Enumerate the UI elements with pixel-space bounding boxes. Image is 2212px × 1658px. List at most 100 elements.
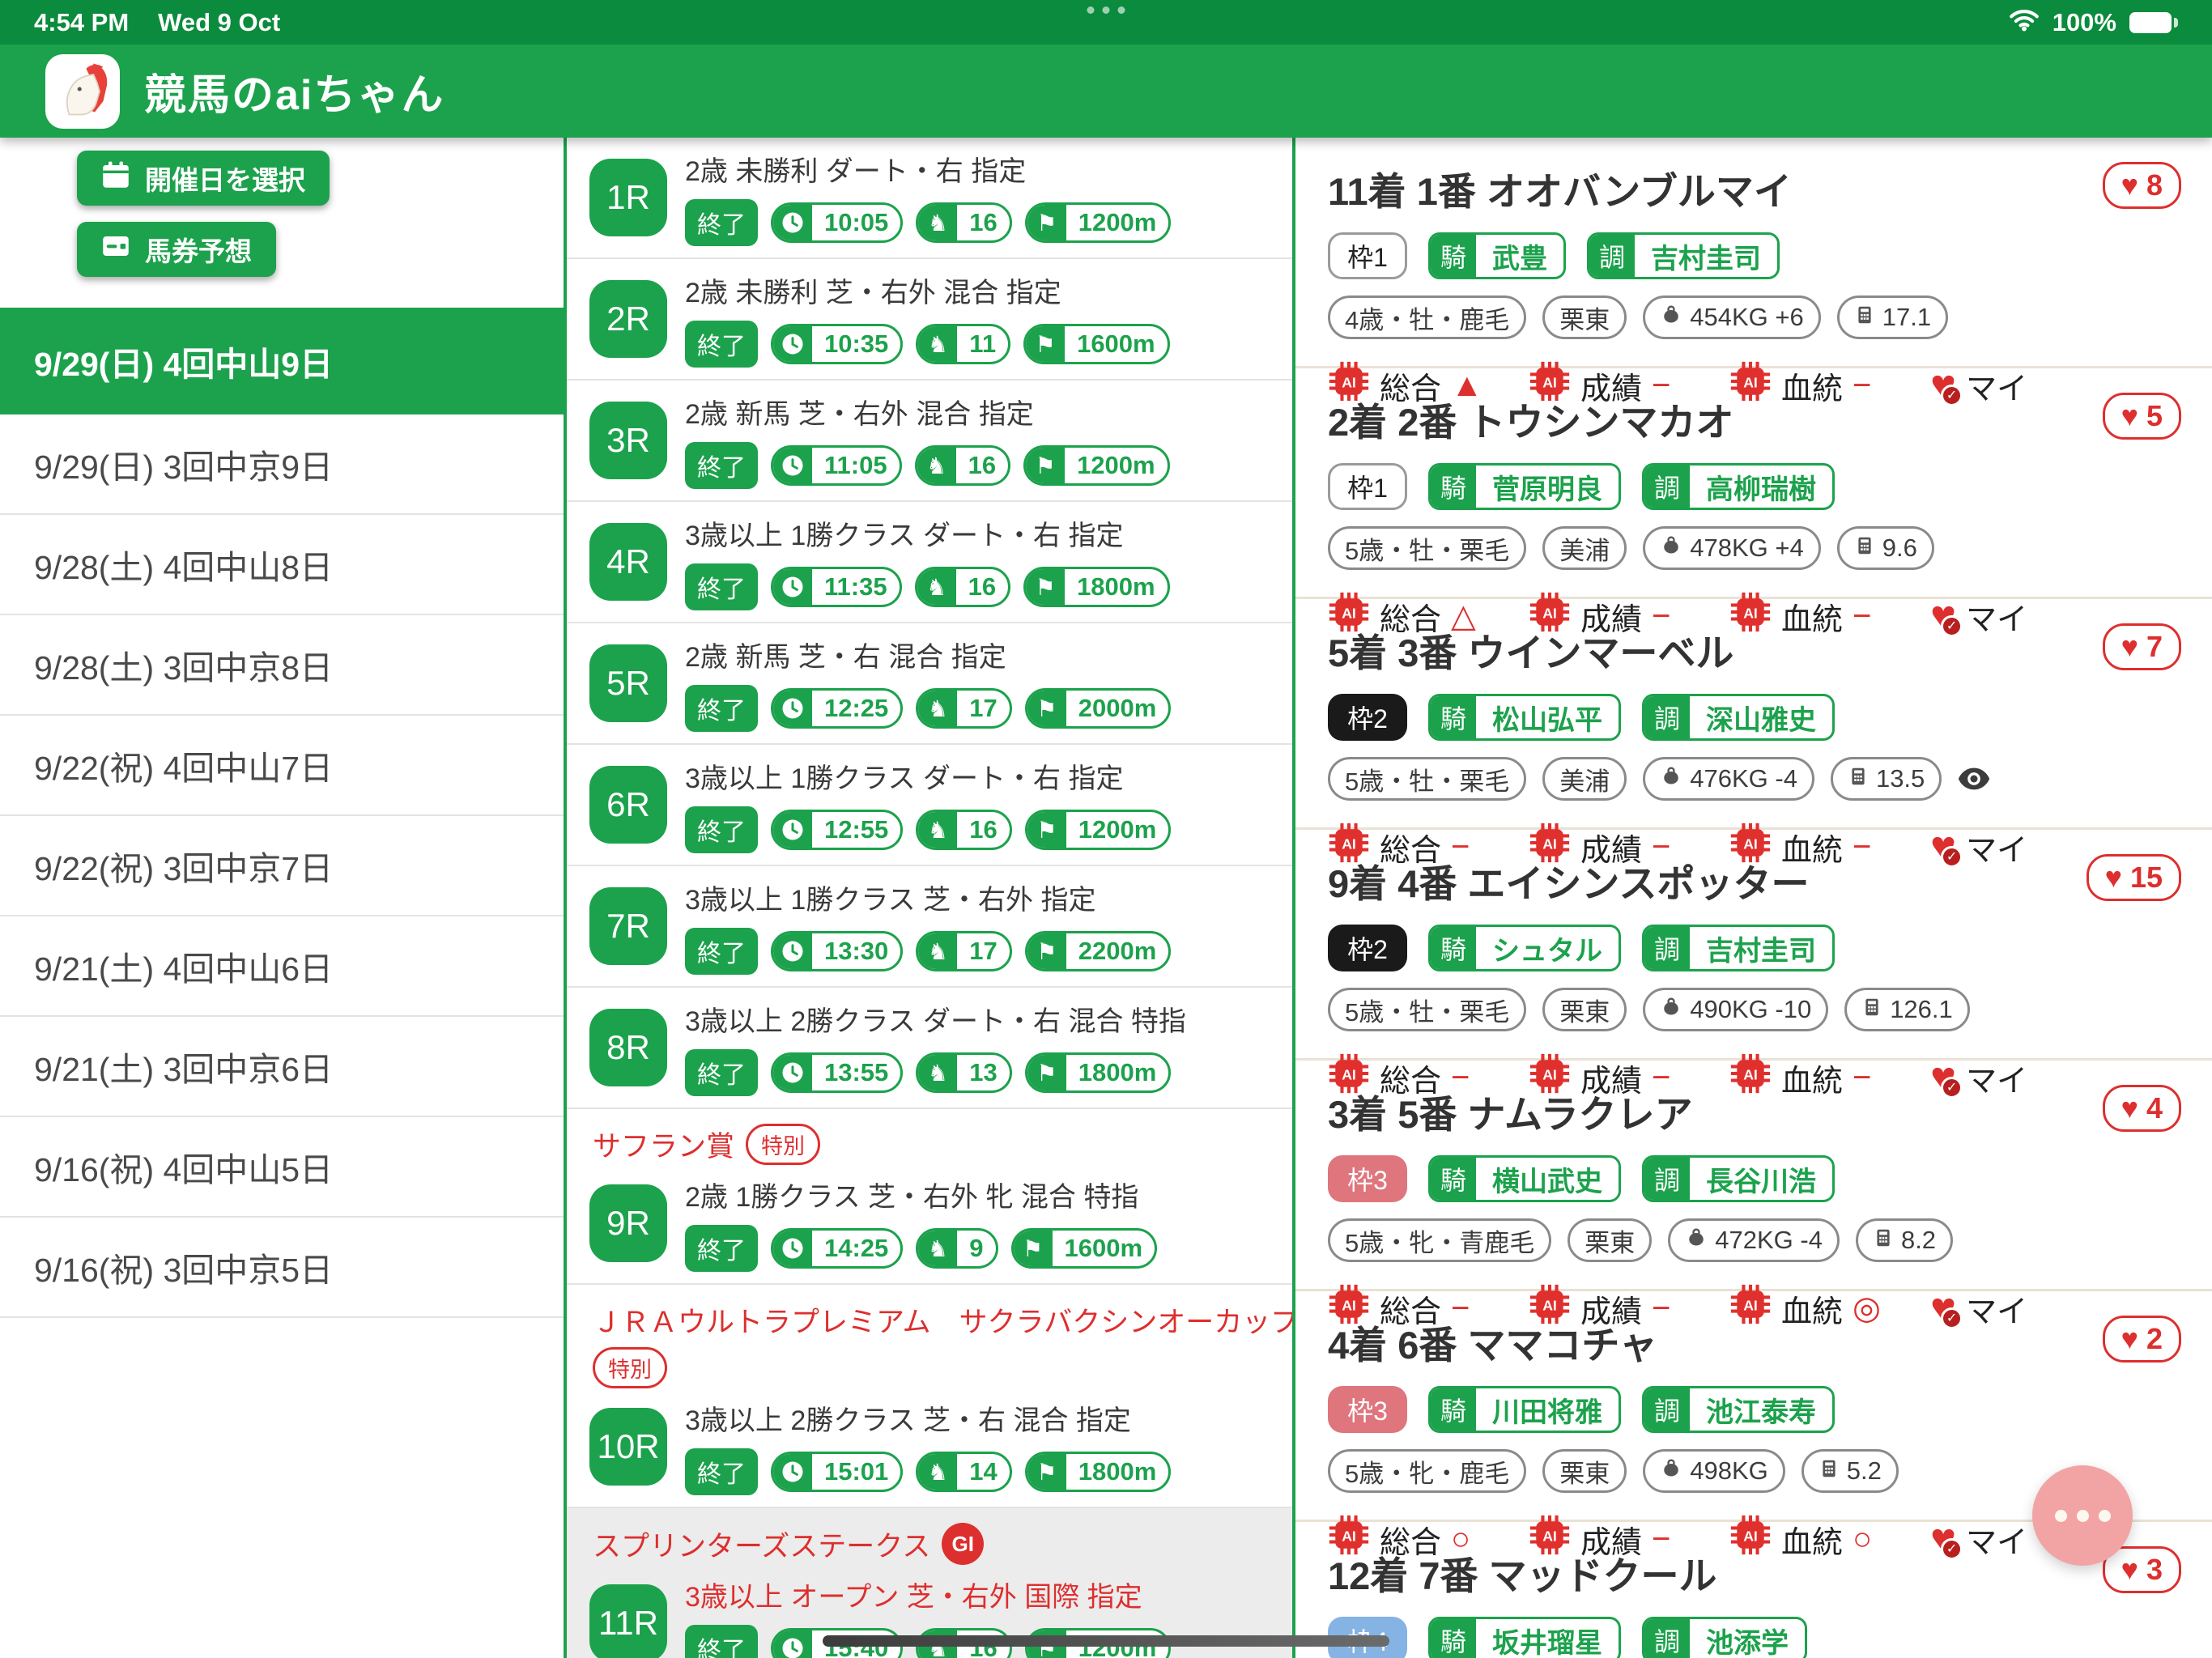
sidebar-date-item[interactable]: 9/28(土) 4回中山8日 xyxy=(0,515,564,615)
clock-icon xyxy=(773,933,812,969)
horse-icon: ♞ xyxy=(918,691,957,726)
calculator-icon xyxy=(1861,995,1882,1024)
heart-icon: ♥ xyxy=(2121,632,2138,661)
race-main: 3R 2歳 新馬 芝・右外 混合 指定 終了 11:05 xyxy=(589,392,1276,489)
race-status-badge: 終了 xyxy=(685,199,758,246)
race-badges: 終了 10:05 ♞ 16 xyxy=(685,199,1171,246)
sidebar-date-item[interactable]: 9/16(祝) 4回中山5日 xyxy=(0,1117,564,1218)
race-main: 6R 3歳以上 1勝クラス ダート・右 指定 終了 12:55 xyxy=(589,756,1276,853)
sidebar-date-item[interactable]: 9/28(土) 3回中京8日 xyxy=(0,615,564,716)
race-main: 4R 3歳以上 1勝クラス ダート・右 指定 終了 11:35 xyxy=(589,513,1276,610)
ticket-icon xyxy=(101,232,130,267)
jockey-badge[interactable]: 騎 川田将雅 xyxy=(1428,1386,1621,1433)
race-info: 2歳 未勝利 芝・右外 混合 指定 終了 10:35 ♞ xyxy=(685,270,1170,368)
likes-badge[interactable]: ♥ 8 xyxy=(2103,162,2181,209)
jockey-badge[interactable]: 騎 菅原明良 xyxy=(1428,463,1621,510)
weight-value: 476KG -4 xyxy=(1690,764,1797,793)
ticket-predict-label: 馬券予想 xyxy=(145,230,252,269)
horse-card[interactable]: ♥ 8 11着 1番 オオバンブルマイ 枠1 騎 武豊 調 吉村圭司 4歳・牡・… xyxy=(1295,138,2212,368)
race-distance-pill: ⚑ 1600m xyxy=(1023,324,1170,364)
race-horses-pill: ♞ 16 xyxy=(916,202,1011,243)
likes-badge[interactable]: ♥ 15 xyxy=(2087,854,2181,901)
jockey-badge[interactable]: 騎 横山武史 xyxy=(1428,1155,1621,1202)
horse-icon: ♞ xyxy=(918,1231,957,1266)
race-row[interactable]: 1R 2歳 未勝利 ダート・右 指定 終了 10:05 xyxy=(567,138,1292,259)
race-row[interactable]: 2R 2歳 未勝利 芝・右外 混合 指定 終了 10:35 xyxy=(567,259,1292,380)
flag-icon: ⚑ xyxy=(1027,1454,1066,1490)
race-info: 3歳以上 1勝クラス ダート・右 指定 終了 12:55 ♞ xyxy=(685,756,1171,853)
odds-value: 5.2 xyxy=(1847,1456,1882,1486)
likes-count: 7 xyxy=(2146,630,2163,664)
select-date-label: 開催日を選択 xyxy=(145,159,305,198)
sidebar: 開催日を選択 馬券予想 9/29(日) 4回中山9日 9/29(日) 3回中京9… xyxy=(0,138,567,1658)
race-conditions: 3歳以上 オープン 芝・右外 国際 指定 xyxy=(685,1575,1171,1614)
trainer-badge[interactable]: 調 吉村圭司 xyxy=(1587,232,1780,279)
clock-icon xyxy=(773,812,812,848)
trainer-badge[interactable]: 調 長谷川浩 xyxy=(1642,1155,1835,1202)
trainer-badge[interactable]: 調 池江泰寿 xyxy=(1642,1386,1835,1433)
flag-icon: ⚑ xyxy=(1027,1055,1066,1090)
horse-info-row: 4歳・牡・鹿毛 栗東 454KG +6 xyxy=(1328,295,2212,339)
race-conditions: 2歳 新馬 芝・右 混合 指定 xyxy=(685,635,1171,674)
trainer-name: 深山雅史 xyxy=(1690,696,1832,738)
sidebar-date-item[interactable]: 9/22(祝) 4回中山7日 xyxy=(0,716,564,816)
sidebar-date-item[interactable]: 9/29(日) 3回中京9日 xyxy=(0,414,564,515)
race-row[interactable]: ＪＲＡウルトラプレミアム サクラバクシンオーカップ 特別 10R 3歳以上 2勝… xyxy=(567,1285,1292,1508)
horse-card[interactable]: ♥ 15 9着 4番 エイシンスポッター 枠2 騎 シュタル 調 吉村圭司 5歳… xyxy=(1295,830,2212,1061)
race-row[interactable]: 8R 3歳以上 2勝クラス ダート・右 混合 特指 終了 13:55 xyxy=(567,988,1292,1109)
race-row[interactable]: 3R 2歳 新馬 芝・右外 混合 指定 終了 11:05 xyxy=(567,380,1292,502)
calculator-icon xyxy=(1819,1456,1840,1486)
race-horses-pill: ♞ 14 xyxy=(916,1452,1011,1492)
likes-badge[interactable]: ♥ 5 xyxy=(2103,393,2181,440)
sidebar-date-item[interactable]: 9/29(日) 4回中山9日 xyxy=(0,308,564,414)
calculator-icon xyxy=(1848,764,1869,793)
race-number-badge: 5R xyxy=(589,644,667,722)
race-row[interactable]: 6R 3歳以上 1勝クラス ダート・右 指定 終了 12:55 xyxy=(567,745,1292,866)
trainer-label: 調 xyxy=(1644,696,1690,738)
race-row[interactable]: サフラン賞 特別 9R 2歳 1勝クラス 芝・右外 牝 混合 特指 終了 xyxy=(567,1109,1292,1285)
horse-card[interactable]: ♥ 4 3着 5番 ナムラクレア 枠3 騎 横山武史 調 長谷川浩 5歳・牝・青… xyxy=(1295,1061,2212,1291)
likes-badge[interactable]: ♥ 4 xyxy=(2103,1085,2181,1132)
likes-badge[interactable]: ♥ 2 xyxy=(2103,1316,2181,1363)
select-date-button[interactable]: 開催日を選択 xyxy=(77,151,330,206)
jockey-badge[interactable]: 騎 シュタル xyxy=(1428,925,1621,971)
race-row[interactable]: 7R 3歳以上 1勝クラス 芝・右外 指定 終了 13:30 xyxy=(567,866,1292,988)
jockey-badge[interactable]: 騎 松山弘平 xyxy=(1428,694,1621,741)
calendar-icon xyxy=(101,160,130,196)
sidebar-date-item[interactable]: 9/22(祝) 3回中京7日 xyxy=(0,816,564,916)
app-logo[interactable] xyxy=(45,54,120,129)
fab-more-button[interactable] xyxy=(2032,1465,2133,1566)
eye-icon[interactable] xyxy=(1958,767,1990,790)
home-indicator[interactable] xyxy=(823,1635,1389,1647)
race-info: 2歳 新馬 芝・右外 混合 指定 終了 11:05 ♞ xyxy=(685,392,1170,489)
odds-pill: 13.5 xyxy=(1831,757,1942,801)
race-status-badge: 終了 xyxy=(685,1049,758,1096)
race-row[interactable]: 4R 3歳以上 1勝クラス ダート・右 指定 終了 11:35 xyxy=(567,502,1292,623)
sidebar-date-item[interactable]: 9/16(祝) 3回中京5日 xyxy=(0,1218,564,1318)
race-time-pill: 13:55 xyxy=(771,1052,903,1093)
weight-value: 472KG -4 xyxy=(1715,1226,1823,1255)
date-label: 9/29(日) 4回中山9日 xyxy=(34,337,333,385)
ticket-predict-button[interactable]: 馬券予想 xyxy=(77,222,276,277)
trainer-badge[interactable]: 調 高柳瑞樹 xyxy=(1642,463,1835,510)
horse-card[interactable]: ♥ 7 5着 3番 ウインマーベル 枠2 騎 松山弘平 調 深山雅史 5歳・牡・… xyxy=(1295,599,2212,830)
trainer-label: 調 xyxy=(1644,927,1690,969)
clock-icon xyxy=(773,1231,812,1266)
horse-info-row: 5歳・牝・青鹿毛 栗東 472KG -4 xyxy=(1328,1218,2212,1262)
race-badges: 終了 14:25 ♞ 9 xyxy=(685,1225,1157,1272)
app-screen: 4:54 PM Wed 9 Oct 100% xyxy=(0,0,2212,1658)
race-row[interactable]: 5R 2歳 新馬 芝・右 混合 指定 終了 12:25 xyxy=(567,623,1292,745)
trainer-badge[interactable]: 調 吉村圭司 xyxy=(1642,925,1835,971)
jockey-badge[interactable]: 騎 坂井瑠星 xyxy=(1428,1617,1621,1658)
jockey-badge[interactable]: 騎 武豊 xyxy=(1428,232,1566,279)
trainer-badge[interactable]: 調 深山雅史 xyxy=(1642,694,1835,741)
sidebar-date-item[interactable]: 9/21(土) 4回中山6日 xyxy=(0,916,564,1017)
likes-badge[interactable]: ♥ 7 xyxy=(2103,623,2181,670)
horse-card[interactable]: ♥ 5 2着 2番 トウシンマカオ 枠1 騎 菅原明良 調 高柳瑞樹 5歳・牡・… xyxy=(1295,368,2212,599)
race-time-pill: 14:25 xyxy=(771,1228,903,1269)
likes-count: 3 xyxy=(2146,1553,2163,1587)
odds-pill: 9.6 xyxy=(1837,526,1934,570)
sidebar-date-item[interactable]: 9/21(土) 3回中京6日 xyxy=(0,1017,564,1117)
trainer-badge[interactable]: 調 池添学 xyxy=(1642,1617,1807,1658)
heart-icon: ♥ xyxy=(2121,1094,2138,1123)
